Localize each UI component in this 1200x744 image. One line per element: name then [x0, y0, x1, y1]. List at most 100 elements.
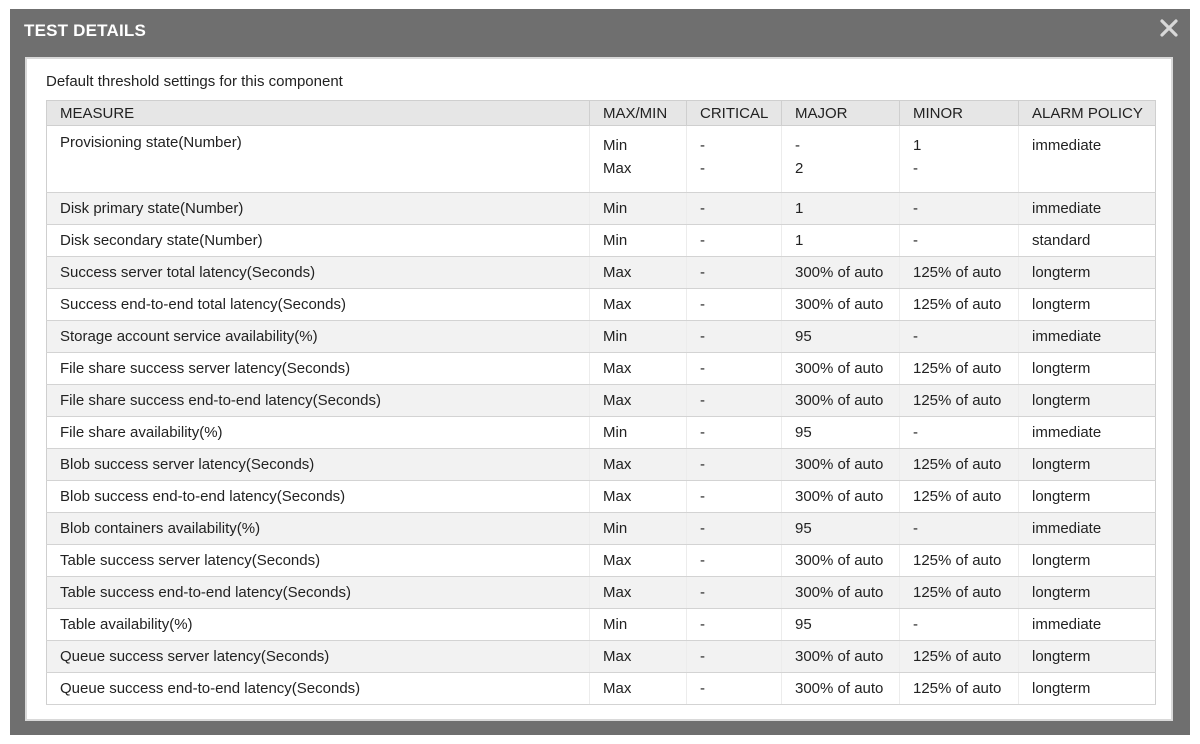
cell-measure: Success end-to-end total latency(Seconds… — [46, 288, 590, 321]
cell-minor: 125% of auto — [899, 576, 1019, 609]
cell-major: 300% of auto — [781, 448, 900, 481]
cell-measure: Blob success end-to-end latency(Seconds) — [46, 480, 590, 513]
cell-value: - — [700, 160, 705, 177]
cell-minor: 1 - — [899, 125, 1019, 193]
cell-maxmin: Max — [589, 544, 687, 577]
cell-alarm-policy: longterm — [1018, 288, 1156, 321]
cell-alarm-policy: immediate — [1018, 320, 1156, 353]
cell-maxmin: Max — [589, 352, 687, 385]
cell-critical: - — [686, 192, 782, 225]
dialog-subtitle: Default threshold settings for this comp… — [46, 73, 343, 90]
cell-measure: Queue success end-to-end latency(Seconds… — [46, 672, 590, 705]
cell-measure: Blob containers availability(%) — [46, 512, 590, 545]
cell-alarm-policy: longterm — [1018, 544, 1156, 577]
table-row: Success end-to-end total latency(Seconds… — [46, 288, 1156, 321]
cell-minor: - — [899, 224, 1019, 257]
cell-alarm-policy: longterm — [1018, 576, 1156, 609]
cell-major: 95 — [781, 320, 900, 353]
cell-major: 300% of auto — [781, 480, 900, 513]
cell-major: 300% of auto — [781, 672, 900, 705]
cell-maxmin: Min — [589, 320, 687, 353]
threshold-table: MEASURE MAX/MIN CRITICAL MAJOR MINOR ALA… — [46, 100, 1156, 705]
cell-value: - — [795, 137, 800, 154]
cell-major: 300% of auto — [781, 544, 900, 577]
cell-critical: - — [686, 512, 782, 545]
table-row: Storage account service availability(%) M… — [46, 320, 1156, 353]
cell-minor: 125% of auto — [899, 256, 1019, 289]
cell-critical: - — [686, 608, 782, 641]
cell-major: 1 — [781, 192, 900, 225]
cell-critical: - — [686, 320, 782, 353]
cell-maxmin: Max — [589, 672, 687, 705]
cell-value: 1 — [913, 137, 922, 154]
cell-maxmin: Max — [589, 576, 687, 609]
cell-minor: 125% of auto — [899, 480, 1019, 513]
cell-alarm-policy: longterm — [1018, 256, 1156, 289]
cell-maxmin: Max — [589, 288, 687, 321]
cell-measure: File share availability(%) — [46, 416, 590, 449]
cell-maxmin: Min — [589, 512, 687, 545]
cell-alarm-policy: immediate — [1018, 192, 1156, 225]
cell-maxmin: Min — [589, 416, 687, 449]
cell-measure: Table success server latency(Seconds) — [46, 544, 590, 577]
cell-measure: Table success end-to-end latency(Seconds… — [46, 576, 590, 609]
cell-maxmin: Max — [589, 256, 687, 289]
cell-maxmin: Max — [589, 384, 687, 417]
cell-major: 300% of auto — [781, 352, 900, 385]
cell-major: 95 — [781, 608, 900, 641]
cell-minor: 125% of auto — [899, 288, 1019, 321]
cell-measure: File share success server latency(Second… — [46, 352, 590, 385]
cell-alarm-policy: longterm — [1018, 672, 1156, 705]
cell-minor: 125% of auto — [899, 640, 1019, 673]
table-row: Provisioning state(Number) Min Max - - - — [46, 125, 1156, 193]
table-header-row: MEASURE MAX/MIN CRITICAL MAJOR MINOR ALA… — [46, 100, 1156, 126]
cell-measure: Storage account service availability(%) — [46, 320, 590, 353]
cell-maxmin: Min — [589, 224, 687, 257]
cell-critical: - — [686, 672, 782, 705]
cell-measure: Provisioning state(Number) — [46, 125, 590, 193]
cell-value: 2 — [795, 160, 804, 177]
table-row: Table availability(%) Min -95- immediate — [46, 608, 1156, 641]
cell-measure: Success server total latency(Seconds) — [46, 256, 590, 289]
table-row: File share success server latency(Second… — [46, 352, 1156, 385]
cell-alarm-policy: immediate — [1018, 608, 1156, 641]
cell-maxmin: Max — [589, 480, 687, 513]
table-row: Blob success server latency(Seconds) Max -… — [46, 448, 1156, 481]
cell-minor: - — [899, 608, 1019, 641]
cell-measure: Disk primary state(Number) — [46, 192, 590, 225]
cell-alarm-policy: immediate — [1018, 416, 1156, 449]
cell-critical: - — [686, 224, 782, 257]
cell-measure: File share success end-to-end latency(Se… — [46, 384, 590, 417]
cell-alarm-policy: standard — [1018, 224, 1156, 257]
table-row: Table success server latency(Seconds) Max… — [46, 544, 1156, 577]
cell-minor: - — [899, 416, 1019, 449]
cell-critical: - — [686, 384, 782, 417]
cell-maxmin: Min — [589, 192, 687, 225]
cell-critical: - — [686, 544, 782, 577]
cell-critical: - — [686, 480, 782, 513]
cell-major: 95 — [781, 512, 900, 545]
cell-maxmin: Min — [589, 608, 687, 641]
column-header-minor: MINOR — [899, 100, 1019, 126]
table-row: Disk secondary state(Number) Min -1- standa… — [46, 224, 1156, 257]
page-backdrop: TEST DETAILS Default threshold settings … — [0, 0, 1200, 744]
cell-alarm-policy: longterm — [1018, 448, 1156, 481]
dialog-title: TEST DETAILS — [24, 21, 147, 40]
cell-critical: - — [686, 448, 782, 481]
cell-minor: 125% of auto — [899, 544, 1019, 577]
cell-critical: - — [686, 640, 782, 673]
cell-alarm-policy: longterm — [1018, 384, 1156, 417]
cell-critical: - — [686, 576, 782, 609]
cell-maxmin: Max — [589, 640, 687, 673]
cell-value: Max — [603, 160, 632, 177]
table-row: File share success end-to-end latency(Se… — [46, 384, 1156, 417]
cell-value: Min — [603, 137, 628, 154]
cell-maxmin: Min Max — [589, 125, 687, 193]
cell-minor: 125% of auto — [899, 352, 1019, 385]
close-icon[interactable] — [1158, 17, 1180, 39]
cell-value: immediate — [1032, 137, 1102, 154]
cell-minor: - — [899, 320, 1019, 353]
cell-measure: Blob success server latency(Seconds) — [46, 448, 590, 481]
cell-alarm-policy: longterm — [1018, 640, 1156, 673]
table-row: Success server total latency(Seconds) Max… — [46, 256, 1156, 289]
